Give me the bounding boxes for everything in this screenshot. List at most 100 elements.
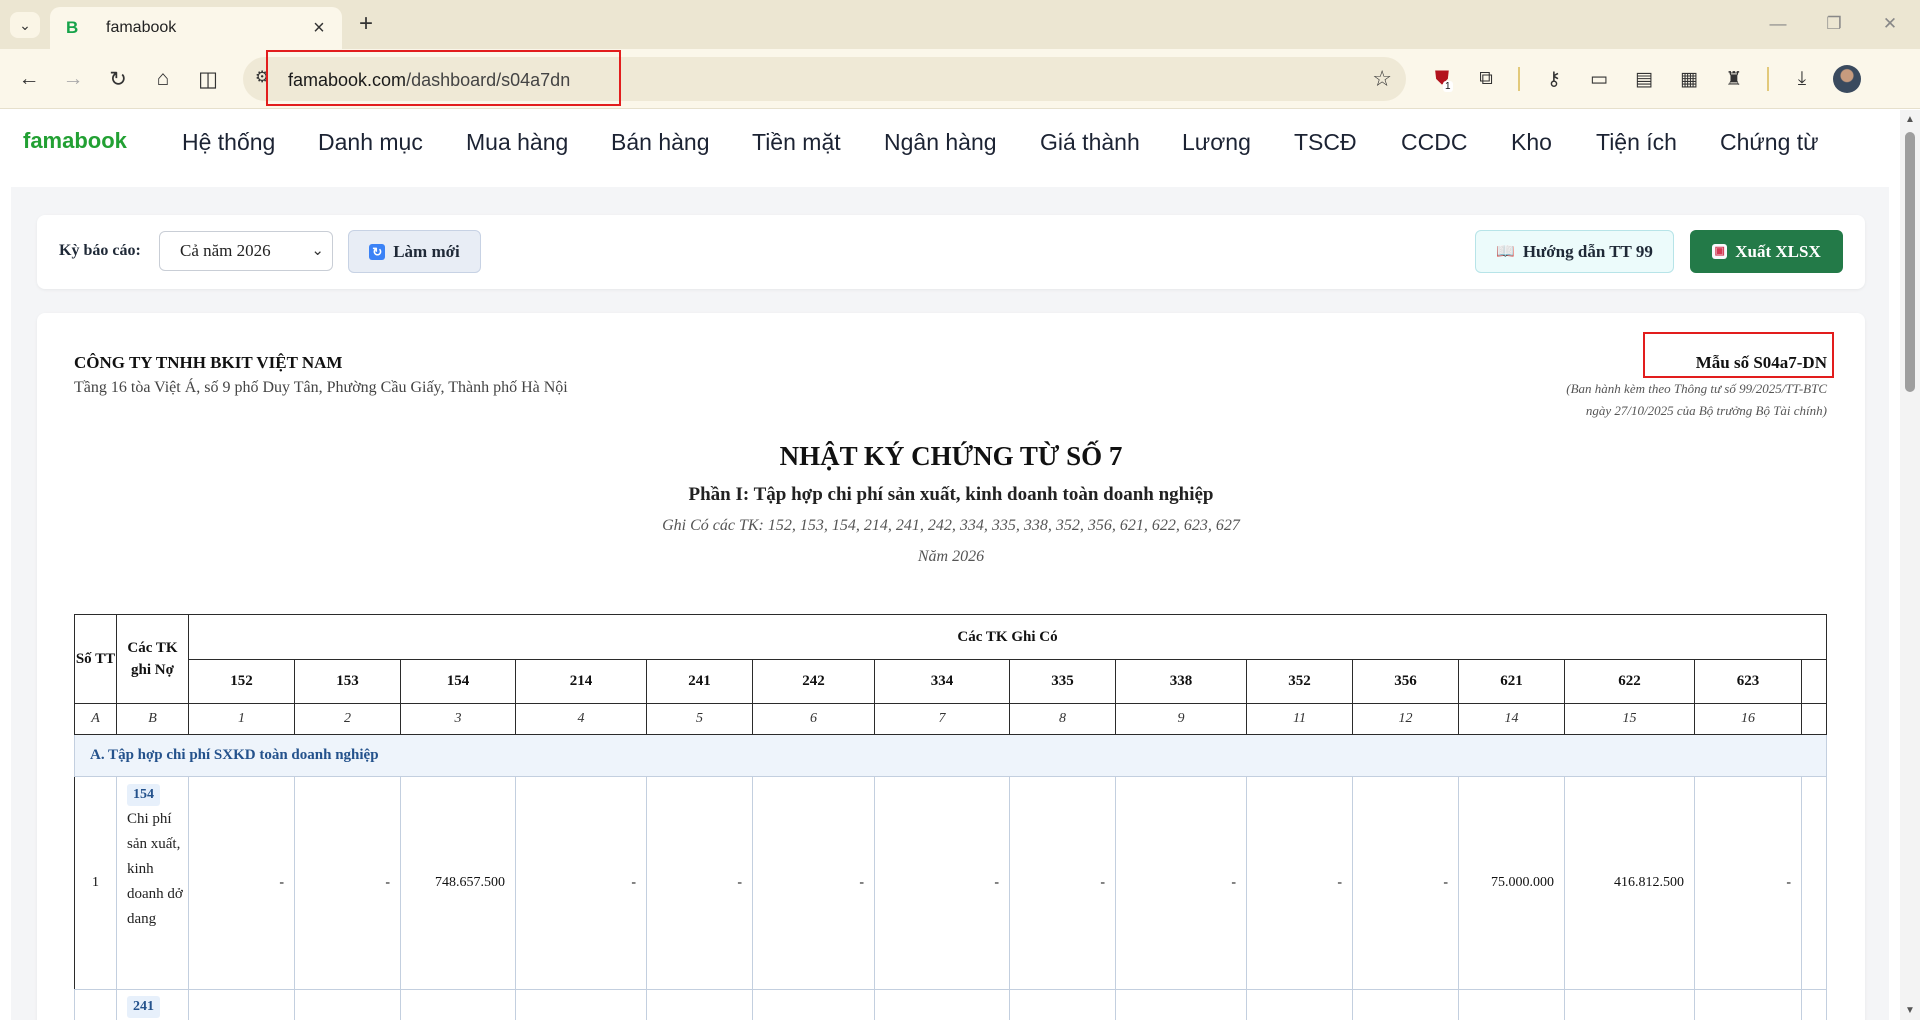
site-info-icon[interactable]: ⚙ — [255, 67, 269, 87]
menu-luong[interactable]: Lương — [1182, 129, 1251, 156]
row-debit-account: 241 — [116, 989, 189, 1020]
menu-he-thong[interactable]: Hệ thống — [182, 129, 275, 156]
menu-ngan-hang[interactable]: Ngân hàng — [884, 129, 997, 156]
company-name: CÔNG TY TNHH BKIT VIỆT NAM — [74, 353, 343, 372]
issued-note-line2: ngày 27/10/2025 của Bộ trưởng Bộ Tài chí… — [1585, 403, 1827, 418]
report-subtitle: Phần I: Tập hợp chi phí sản xuất, kinh d… — [688, 484, 1214, 505]
cell-value — [1801, 776, 1827, 990]
tab-search-icon[interactable]: ⌄ — [10, 12, 40, 38]
reading-view-icon[interactable]: ◫ — [191, 62, 225, 96]
toolbar-divider — [1767, 67, 1769, 91]
table-row[interactable]: 241 — [74, 989, 1827, 1020]
header-credit-group: Các TK Ghi Có — [188, 614, 1827, 660]
header-credit-account: 622 — [1564, 659, 1695, 704]
window-close-icon[interactable]: ✕ — [1870, 10, 1910, 38]
cell-value: 748.657.500 — [400, 776, 516, 990]
url-text[interactable]: famabook.com/dashboard/s04a7dn — [288, 70, 570, 91]
reload-icon[interactable]: ↻ — [101, 62, 135, 96]
header-credit-account: 153 — [294, 659, 401, 704]
header-credit-account: 338 — [1115, 659, 1247, 704]
cell-value: - — [752, 776, 875, 990]
back-icon[interactable]: ← — [12, 62, 46, 96]
header-credit-account: 334 — [874, 659, 1010, 704]
extension-shield-icon[interactable]: ⛊ 1 — [1426, 63, 1458, 95]
form-number: Mẫu số S04a7-DN — [1695, 353, 1827, 372]
header-stt: Số TT — [74, 614, 117, 704]
cell-value: - — [1009, 776, 1116, 990]
scrollbar-thumb[interactable] — [1905, 132, 1915, 392]
menu-tscd[interactable]: TSCĐ — [1294, 129, 1357, 156]
report-credit-note: Ghi Có các TK: 152, 153, 154, 214, 241, … — [662, 517, 1240, 534]
scroll-down-icon[interactable]: ▼ — [1905, 1005, 1915, 1016]
cell-value: - — [1246, 776, 1353, 990]
table-row[interactable]: 1 154 Chi phí sản xuất, kinh doanh dở da… — [74, 776, 1827, 990]
bookmark-star-icon[interactable]: ☆ — [1372, 66, 1392, 92]
index-cell: 2 — [294, 703, 401, 735]
index-cell: 9 — [1115, 703, 1247, 735]
menu-kho[interactable]: Kho — [1511, 129, 1552, 156]
menu-ban-hang[interactable]: Bán hàng — [611, 129, 709, 156]
forward-icon[interactable]: → — [56, 62, 90, 96]
minimize-icon[interactable]: — — [1758, 10, 1798, 38]
cell-value: - — [1352, 776, 1459, 990]
sidebar-panel-icon[interactable]: ▦ — [1673, 63, 1705, 95]
address-bar[interactable]: ⚙ famabook.com/dashboard/s04a7dn ☆ — [243, 57, 1406, 101]
browser-tab[interactable]: B famabook × — [50, 7, 342, 49]
menu-chung-tu[interactable]: Chứng từ — [1720, 129, 1819, 156]
account-badge: 154 — [127, 784, 160, 806]
index-cell — [1801, 703, 1827, 735]
export-xlsx-button[interactable]: ▣ Xuất XLSX — [1690, 230, 1843, 273]
refresh-button[interactable]: ↻ Làm mới — [348, 230, 481, 273]
close-tab-icon[interactable]: × — [308, 17, 330, 40]
menu-danh-muc[interactable]: Danh mục — [318, 129, 423, 156]
company-address: Tầng 16 tòa Việt Á, số 9 phố Duy Tân, Ph… — [74, 379, 568, 396]
guide-tt99-button[interactable]: 📖 Hướng dẫn TT 99 — [1475, 230, 1674, 273]
index-cell: 14 — [1458, 703, 1565, 735]
index-cell: 12 — [1352, 703, 1459, 735]
app-navbar: famabook Hệ thống Danh mục Mua hàng Bán … — [0, 110, 1900, 186]
incognito-icon[interactable]: ♜ — [1718, 63, 1750, 95]
refresh-icon: ↻ — [369, 243, 386, 260]
scroll-up-icon[interactable]: ▲ — [1905, 114, 1915, 125]
section-row: A. Tập hợp chi phí SXKD toàn doanh nghiệ… — [74, 734, 1827, 777]
header-credit-account: 242 — [752, 659, 875, 704]
menu-ccdc[interactable]: CCDC — [1401, 129, 1467, 156]
brand-logo[interactable]: famabook — [23, 128, 127, 154]
page-scrollbar[interactable]: ▲ ▼ — [1900, 110, 1920, 1020]
period-label: Kỳ báo cáo: — [59, 242, 141, 259]
header-credit-account: 352 — [1246, 659, 1353, 704]
column-index-row: A B 1 2 3 4 5 6 7 8 9 11 12 14 15 16 — [74, 703, 1827, 735]
account-name: Chi phí sản xuất, kinh doanh dở dang — [127, 811, 183, 927]
period-select[interactable]: Cả năm 2026 ⌄ — [159, 231, 333, 271]
profile-avatar[interactable] — [1833, 65, 1861, 93]
cell-value: - — [1115, 776, 1247, 990]
row-stt — [74, 989, 117, 1020]
passwords-key-icon[interactable]: ⚷ — [1538, 63, 1570, 95]
home-icon[interactable]: ⌂ — [146, 62, 180, 96]
payment-card-icon[interactable]: ▭ — [1583, 63, 1615, 95]
cell-value: - — [1694, 776, 1802, 990]
maximize-icon[interactable]: ❐ — [1814, 10, 1854, 38]
menu-mua-hang[interactable]: Mua hàng — [466, 129, 568, 156]
header-debit-accounts: Các TK ghi Nợ — [116, 614, 189, 704]
menu-tien-mat[interactable]: Tiền mặt — [752, 129, 841, 156]
cell-value: - — [188, 776, 295, 990]
index-cell: 1 — [188, 703, 295, 735]
new-tab-icon[interactable]: + — [352, 10, 380, 38]
header-credit-account: 214 — [515, 659, 647, 704]
favicon-icon: B — [66, 18, 79, 37]
extension-badge: 1 — [1443, 81, 1453, 92]
report-sheet: CÔNG TY TNHH BKIT VIỆT NAM Tầng 16 tòa V… — [37, 313, 1865, 1020]
index-cell: B — [116, 703, 189, 735]
browser-tab-bar: ⌄ B famabook × + — ❐ ✕ — [0, 0, 1920, 49]
download-icon[interactable]: ⤓ — [1786, 63, 1818, 95]
extensions-puzzle-icon[interactable]: ⧉ — [1470, 63, 1502, 95]
index-cell: 8 — [1009, 703, 1116, 735]
menu-gia-thanh[interactable]: Giá thành — [1040, 129, 1140, 156]
reading-list-icon[interactable]: ▤ — [1628, 63, 1660, 95]
main-content: Kỳ báo cáo: Cả năm 2026 ⌄ ↻ Làm mới 📖 Hư… — [11, 187, 1889, 1020]
report-title: NHẬT KÝ CHỨNG TỪ SỐ 7 — [779, 441, 1123, 471]
section-a-label: A. Tập hợp chi phí SXKD toàn doanh nghiệ… — [74, 734, 1827, 777]
report-year: Năm 2026 — [917, 548, 985, 565]
menu-tien-ich[interactable]: Tiện ích — [1596, 129, 1677, 156]
